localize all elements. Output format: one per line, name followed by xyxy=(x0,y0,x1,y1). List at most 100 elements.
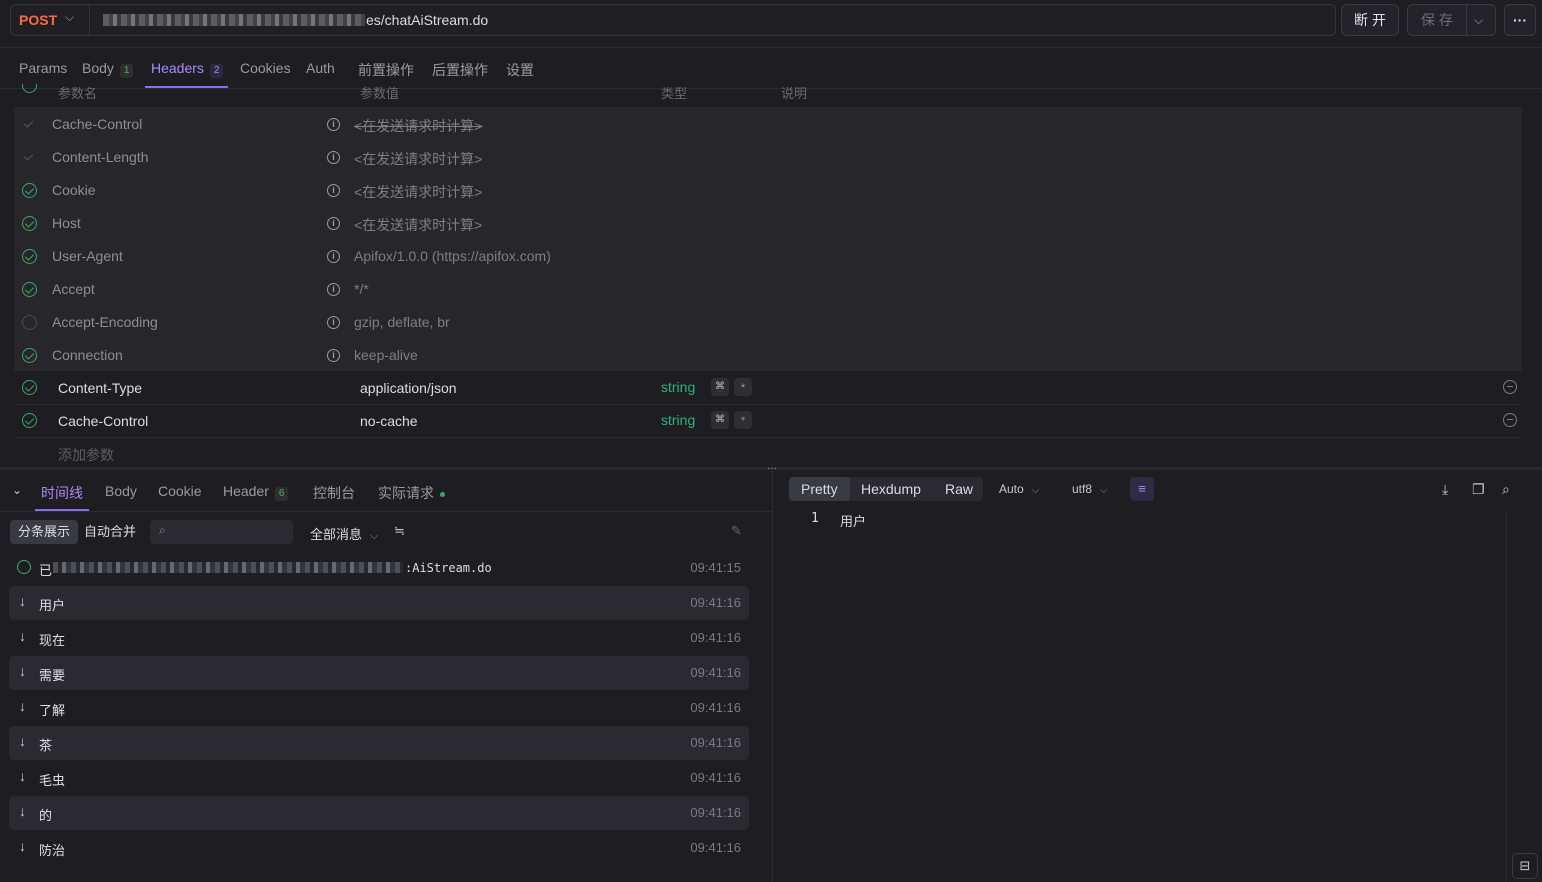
download-icon[interactable]: ⤓ xyxy=(1442,481,1448,498)
encoding-select[interactable]: utf8 ⌵ xyxy=(1072,482,1108,496)
select-all-checkbox[interactable] xyxy=(22,84,37,93)
row-checkbox[interactable] xyxy=(22,117,37,132)
info-icon[interactable]: i xyxy=(327,316,340,329)
message-time: 09:41:16 xyxy=(690,735,741,750)
auto-header-row[interactable]: Cookie i <在发送请求时计算> xyxy=(14,174,1522,207)
tab-response-cookie[interactable]: Cookie xyxy=(158,483,202,499)
tab-post-request[interactable]: 后置操作 xyxy=(432,60,488,80)
tab-body[interactable]: Body 1 xyxy=(82,60,134,78)
info-icon[interactable]: i xyxy=(327,217,340,230)
tab-settings[interactable]: 设置 xyxy=(506,60,534,80)
disconnect-button[interactable]: 断 开 xyxy=(1341,4,1399,36)
auto-header-row[interactable]: Accept i */* xyxy=(14,273,1522,306)
layout-toggle-icon[interactable]: ⊟ xyxy=(1512,853,1538,879)
tab-headers[interactable]: Headers 2 xyxy=(151,60,224,78)
timeline-message-row[interactable]: ↓ 的 09:41:16 xyxy=(9,796,749,830)
format-select[interactable]: Auto ⌵ xyxy=(999,482,1039,496)
search-icon: ⌕ xyxy=(159,523,166,537)
split-view-button[interactable]: 分条展示 xyxy=(10,520,79,544)
type-select[interactable]: string xyxy=(661,412,695,428)
variable-icon[interactable]: ⌘ xyxy=(711,411,729,429)
panel-divider[interactable] xyxy=(772,470,773,882)
row-checkbox[interactable] xyxy=(22,150,37,165)
tab-pre-request[interactable]: 前置操作 xyxy=(358,60,414,80)
tab-response-header[interactable]: Header 6 xyxy=(223,483,289,501)
row-checkbox[interactable] xyxy=(22,413,37,428)
row-checkbox[interactable] xyxy=(22,249,37,264)
timeline-message-row[interactable]: ↓ 现在 09:41:16 xyxy=(9,621,749,655)
tab-response-body[interactable]: Body xyxy=(105,483,137,499)
header-row[interactable]: Content-Type application/json string ⌘ * xyxy=(14,372,1522,405)
collapse-chevron-icon[interactable]: ⌄ xyxy=(12,483,22,497)
more-icon[interactable]: ··· xyxy=(1504,4,1536,36)
remove-icon[interactable] xyxy=(1503,413,1517,427)
timeline-message-row[interactable]: ↓ 需要 09:41:16 xyxy=(9,656,749,690)
auto-header-row[interactable]: Connection i keep-alive xyxy=(14,339,1522,372)
header-name-input[interactable]: Cache-Control xyxy=(58,413,148,429)
method-select[interactable]: POST xyxy=(19,12,57,28)
auto-header-row[interactable]: Host i <在发送请求时计算> xyxy=(14,207,1522,240)
info-icon[interactable]: i xyxy=(327,250,340,263)
row-checkbox[interactable] xyxy=(22,183,37,198)
auto-header-row[interactable]: Cache-Control i <在发送请求时计算> xyxy=(14,108,1522,141)
timeline-message-row[interactable]: ↓ 茶 09:41:16 xyxy=(9,726,749,760)
clear-icon[interactable]: ✎ xyxy=(731,523,742,539)
message-time: 09:41:16 xyxy=(690,700,741,715)
save-button[interactable]: 保 存 ⌵ xyxy=(1407,4,1496,36)
search-icon[interactable]: ⌕ xyxy=(1502,481,1510,498)
header-name-input[interactable]: Content-Type xyxy=(58,380,142,396)
search-input[interactable]: ⌕ xyxy=(150,520,293,544)
required-icon[interactable]: * xyxy=(734,411,752,429)
auto-header-row[interactable]: Content-Length i <在发送请求时计算> xyxy=(14,141,1522,174)
divider xyxy=(89,5,90,35)
info-icon[interactable]: i xyxy=(327,118,340,131)
tab-pretty[interactable]: Pretty xyxy=(789,477,850,501)
scrollbar[interactable] xyxy=(1506,512,1518,882)
arrow-down-icon: ↓ xyxy=(19,838,26,854)
save-label: 保 存 xyxy=(1421,12,1453,28)
row-checkbox[interactable] xyxy=(22,348,37,363)
auto-header-row[interactable]: Accept-Encoding i gzip, deflate, br xyxy=(14,306,1522,339)
add-param-input[interactable]: 添加参数 xyxy=(58,445,114,465)
timeline-message-row[interactable]: ↓ 了解 09:41:16 xyxy=(9,691,749,725)
chevron-down-icon[interactable]: ⌵ xyxy=(1474,5,1483,35)
row-checkbox[interactable] xyxy=(22,216,37,231)
row-checkbox[interactable] xyxy=(22,380,37,395)
tab-cookies[interactable]: Cookies xyxy=(240,60,291,76)
info-icon[interactable]: i xyxy=(327,151,340,164)
row-checkbox[interactable] xyxy=(22,315,37,330)
type-select[interactable]: string xyxy=(661,379,695,395)
info-icon[interactable]: i xyxy=(327,184,340,197)
tab-auth[interactable]: Auth xyxy=(306,60,335,76)
info-icon[interactable]: i xyxy=(327,283,340,296)
timeline-message-row[interactable]: ↓ 防治 09:41:16 xyxy=(9,831,749,865)
auto-header-row[interactable]: User-Agent i Apifox/1.0.0 (https://apifox.… xyxy=(14,240,1522,273)
header-name: Content-Length xyxy=(52,149,149,165)
header-value: <在发送请求时计算> xyxy=(354,217,483,233)
variable-icon[interactable]: ⌘ xyxy=(711,378,729,396)
url-box[interactable]: POST ⌵ es/chatAiStream.do xyxy=(10,4,1336,36)
timeline-message-row[interactable]: ↓ 用户 09:41:16 xyxy=(9,586,749,620)
row-checkbox[interactable] xyxy=(22,282,37,297)
tab-raw[interactable]: Raw xyxy=(933,477,985,501)
tab-timeline[interactable]: 时间线 xyxy=(41,483,83,503)
auto-merge-button[interactable]: 自动合并 xyxy=(76,520,144,544)
required-icon[interactable]: * xyxy=(734,378,752,396)
tab-params[interactable]: Params xyxy=(19,60,67,76)
header-row[interactable]: Cache-Control no-cache string ⌘ * xyxy=(14,405,1522,438)
tab-console[interactable]: 控制台 xyxy=(313,483,355,503)
tab-hexdump[interactable]: Hexdump xyxy=(849,477,933,501)
timeline-connected-row[interactable]: 已 :AiStream.do 09:41:15 xyxy=(9,551,749,585)
remove-icon[interactable] xyxy=(1503,380,1517,394)
copy-icon[interactable]: ❐ xyxy=(1472,481,1485,498)
word-wrap-icon[interactable]: ≡ xyxy=(1130,477,1154,501)
header-value-input[interactable]: application/json xyxy=(360,380,457,396)
sort-icon[interactable]: ≒ xyxy=(394,523,405,539)
tab-actual-request[interactable]: 实际请求 xyxy=(378,483,445,503)
url-input[interactable]: es/chatAiStream.do xyxy=(366,12,488,28)
info-icon[interactable]: i xyxy=(327,349,340,362)
message-filter-select[interactable]: 全部消息 ⌵ xyxy=(310,524,378,543)
header-value-input[interactable]: no-cache xyxy=(360,413,418,429)
timeline-message-row[interactable]: ↓ 毛虫 09:41:16 xyxy=(9,761,749,795)
chevron-down-icon[interactable]: ⌵ xyxy=(65,10,74,25)
